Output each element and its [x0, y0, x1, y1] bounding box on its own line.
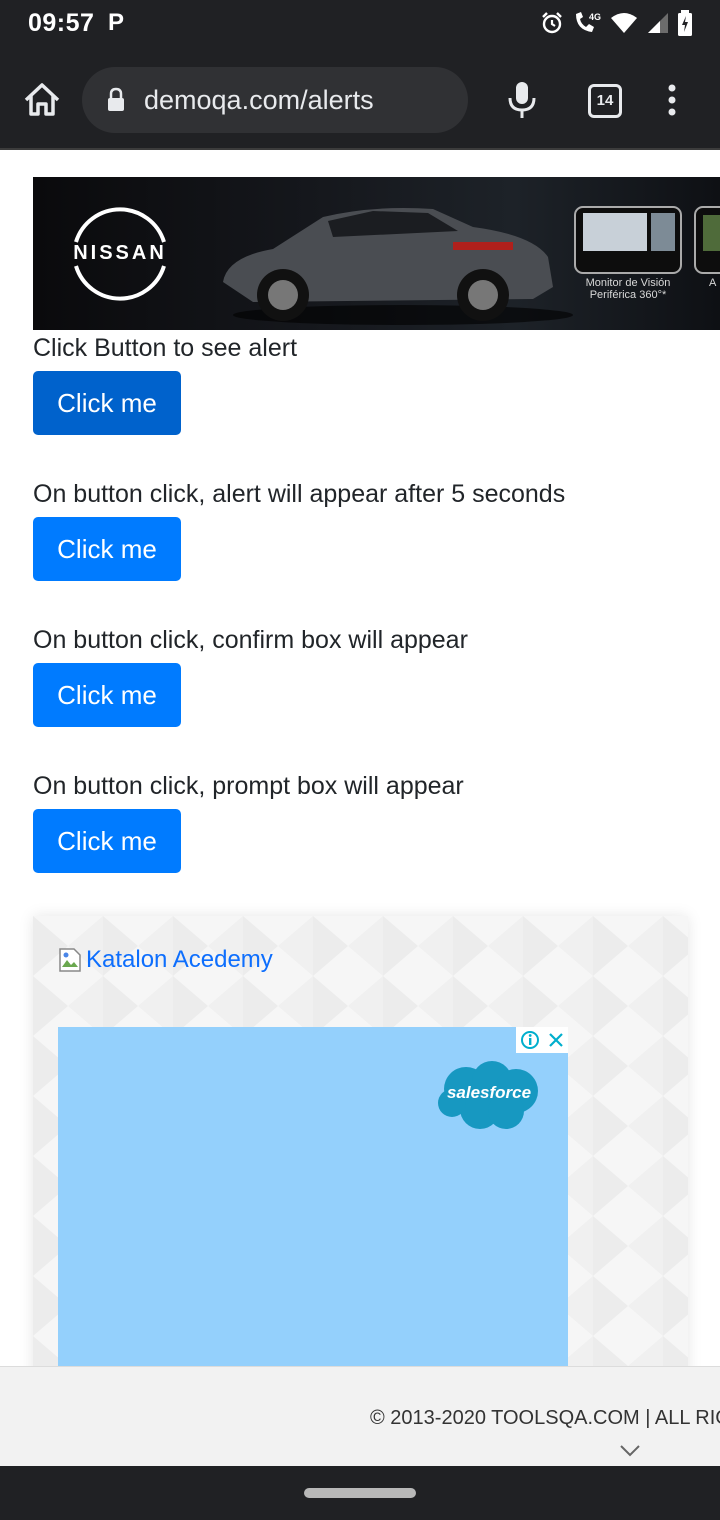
mic-icon[interactable]	[505, 80, 539, 120]
display-screen-image	[574, 206, 682, 274]
nissan-logo: NISSAN	[60, 204, 180, 304]
alert-button[interactable]: Click me	[33, 371, 181, 435]
status-icons: 4G	[540, 8, 692, 38]
prompt-label: On button click, prompt box will appear	[33, 772, 464, 800]
status-time: 09:57	[28, 9, 95, 37]
home-icon[interactable]	[22, 80, 62, 120]
alarm-icon	[542, 12, 562, 34]
timer-alert-label: On button click, alert will appear after…	[33, 480, 566, 508]
parking-notification-icon: P	[108, 9, 125, 36]
katalon-ad-card: Katalon Acedemy salesforce	[33, 916, 688, 1386]
car-image	[223, 208, 573, 325]
katalon-academy-link[interactable]: Katalon Acedemy	[58, 946, 273, 974]
signal-icon	[648, 13, 668, 33]
ad-caption: Monitor de Visión Periférica 360°*	[573, 277, 683, 301]
alert-label: Click Button to see alert	[33, 334, 298, 362]
ad-caption-line1: Monitor de Visión	[585, 277, 671, 289]
status-bar: 09:57 P 4G	[0, 0, 720, 48]
salesforce-text: salesforce	[446, 1083, 532, 1102]
adchoices[interactable]	[516, 1027, 568, 1053]
salesforce-ad[interactable]: salesforce	[58, 1027, 568, 1386]
system-nav-bar	[0, 1466, 720, 1520]
svg-text:4G: 4G	[589, 12, 601, 22]
confirm-button[interactable]: Click me	[33, 663, 181, 727]
ad-caption-line2: Periférica 360°*	[589, 289, 667, 301]
nissan-brand-text: NISSAN	[73, 242, 167, 264]
lock-icon	[108, 87, 124, 111]
display-screen-image-2	[694, 206, 720, 274]
confirm-label: On button click, confirm box will appear	[33, 626, 468, 654]
chevron-down-icon[interactable]	[620, 1445, 640, 1457]
battery-icon	[678, 10, 692, 36]
info-icon[interactable]	[520, 1030, 540, 1050]
ad-caption-partial: A	[709, 277, 717, 289]
prompt-button[interactable]: Click me	[33, 809, 181, 873]
browser-toolbar: demoqa.com/alerts 14	[0, 48, 720, 150]
url-text: demoqa.com/alerts	[144, 85, 374, 115]
tab-switcher-button[interactable]: 14	[588, 84, 622, 118]
salesforce-logo: salesforce	[436, 1059, 542, 1133]
more-vert-icon[interactable]	[666, 84, 678, 116]
timer-alert-button[interactable]: Click me	[33, 517, 181, 581]
home-gesture-handle[interactable]	[304, 1488, 416, 1498]
call-4g-icon: 4G	[576, 12, 601, 32]
katalon-link-text: Katalon Acedemy	[86, 946, 273, 973]
address-bar[interactable]: demoqa.com/alerts	[82, 67, 468, 133]
wifi-icon	[611, 13, 637, 33]
footer: © 2013-2020 TOOLSQA.COM | ALL RIGHTS RES…	[0, 1366, 720, 1467]
footer-copyright: © 2013-2020 TOOLSQA.COM | ALL RIGHTS RES…	[370, 1407, 720, 1429]
broken-image-icon	[59, 948, 81, 972]
close-icon[interactable]	[547, 1031, 565, 1049]
nissan-ad-banner[interactable]: NISSAN Monitor de Visión Periférica 360°…	[33, 177, 720, 330]
